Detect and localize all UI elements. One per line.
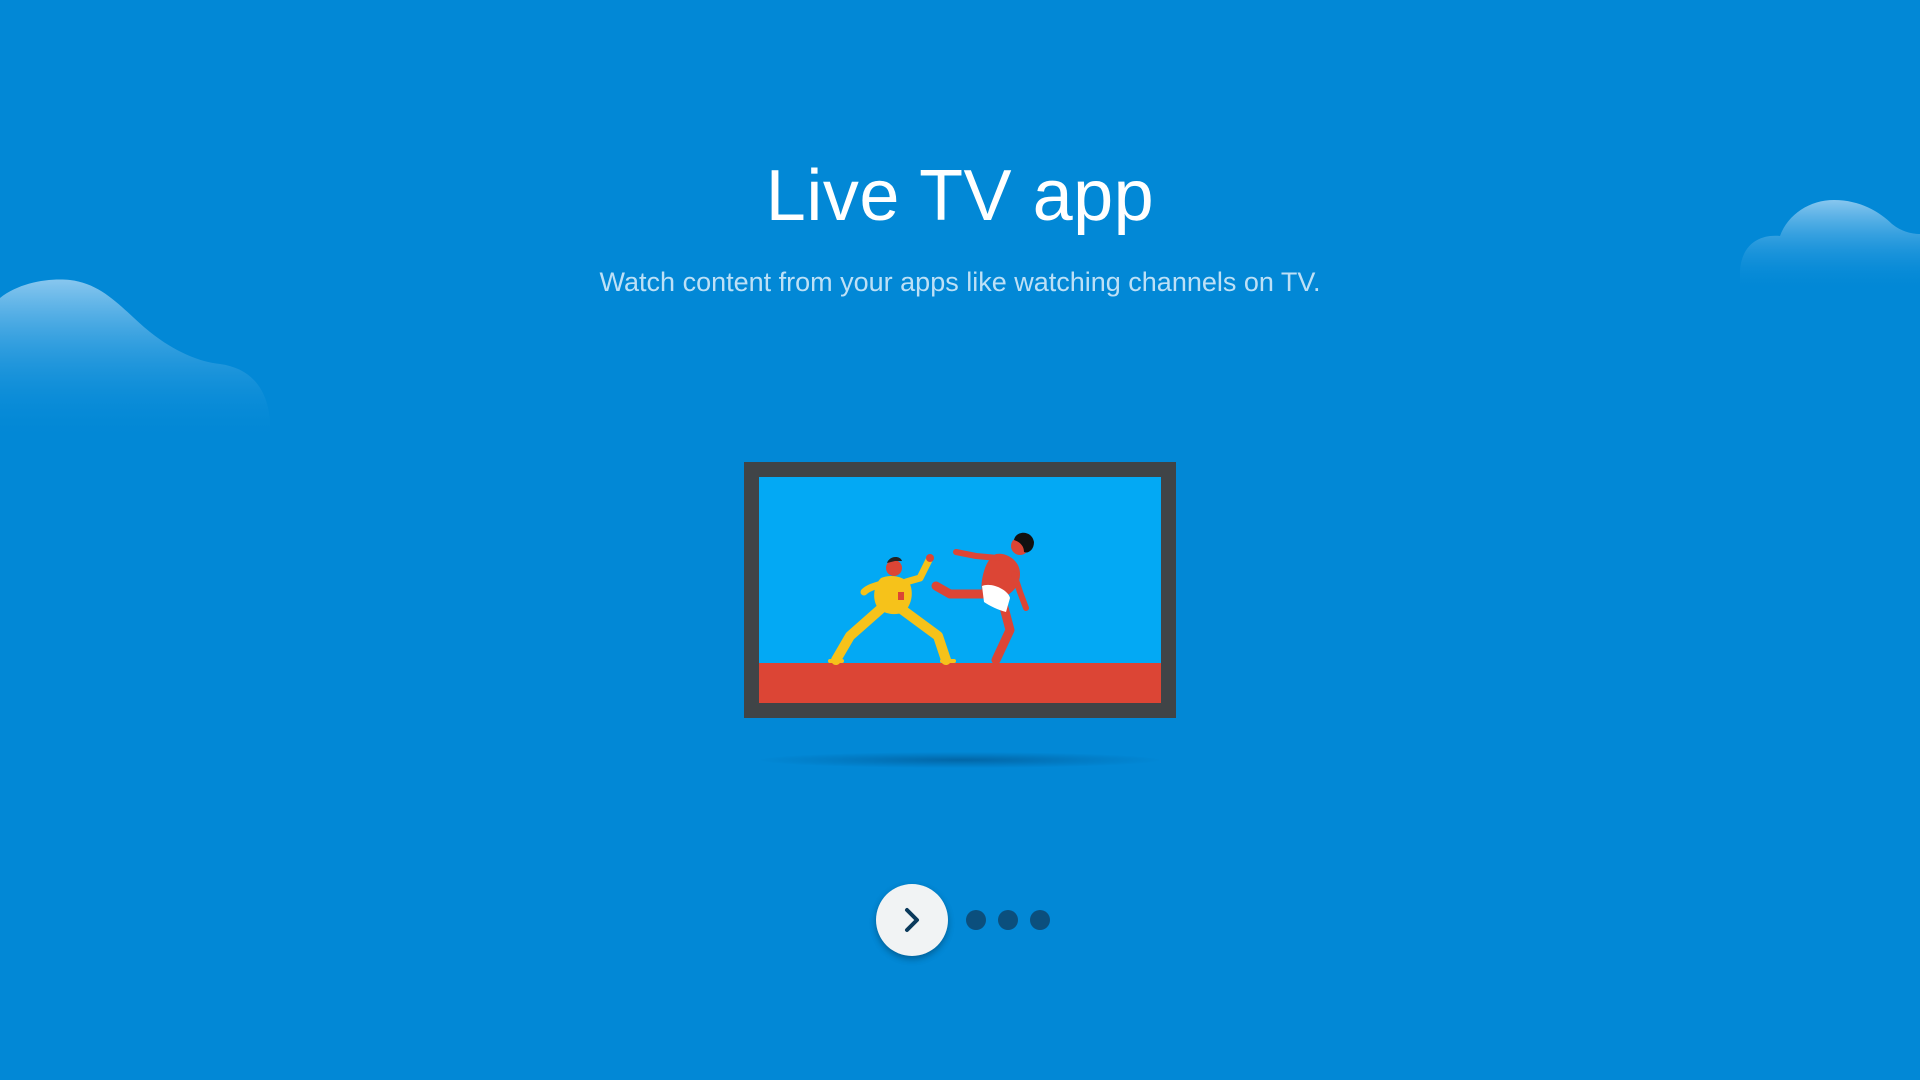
tv-floor [759, 663, 1161, 703]
onboarding-navigation [876, 884, 1062, 956]
page-indicator-dot [966, 910, 986, 930]
tv-shadow [760, 752, 1160, 768]
onboarding-screen: Live TV app Watch content from your apps… [0, 0, 1920, 1080]
next-page-button[interactable] [876, 884, 948, 956]
page-indicator [966, 910, 1062, 930]
chevron-right-icon [905, 908, 919, 932]
page-title: Live TV app [765, 156, 1155, 236]
tv-illustration [744, 462, 1176, 718]
page-indicator-dot [998, 910, 1018, 930]
page-description: Watch content from your apps like watchi… [599, 267, 1321, 297]
tv-screen [759, 477, 1161, 663]
page-indicator-dot [1030, 910, 1050, 930]
